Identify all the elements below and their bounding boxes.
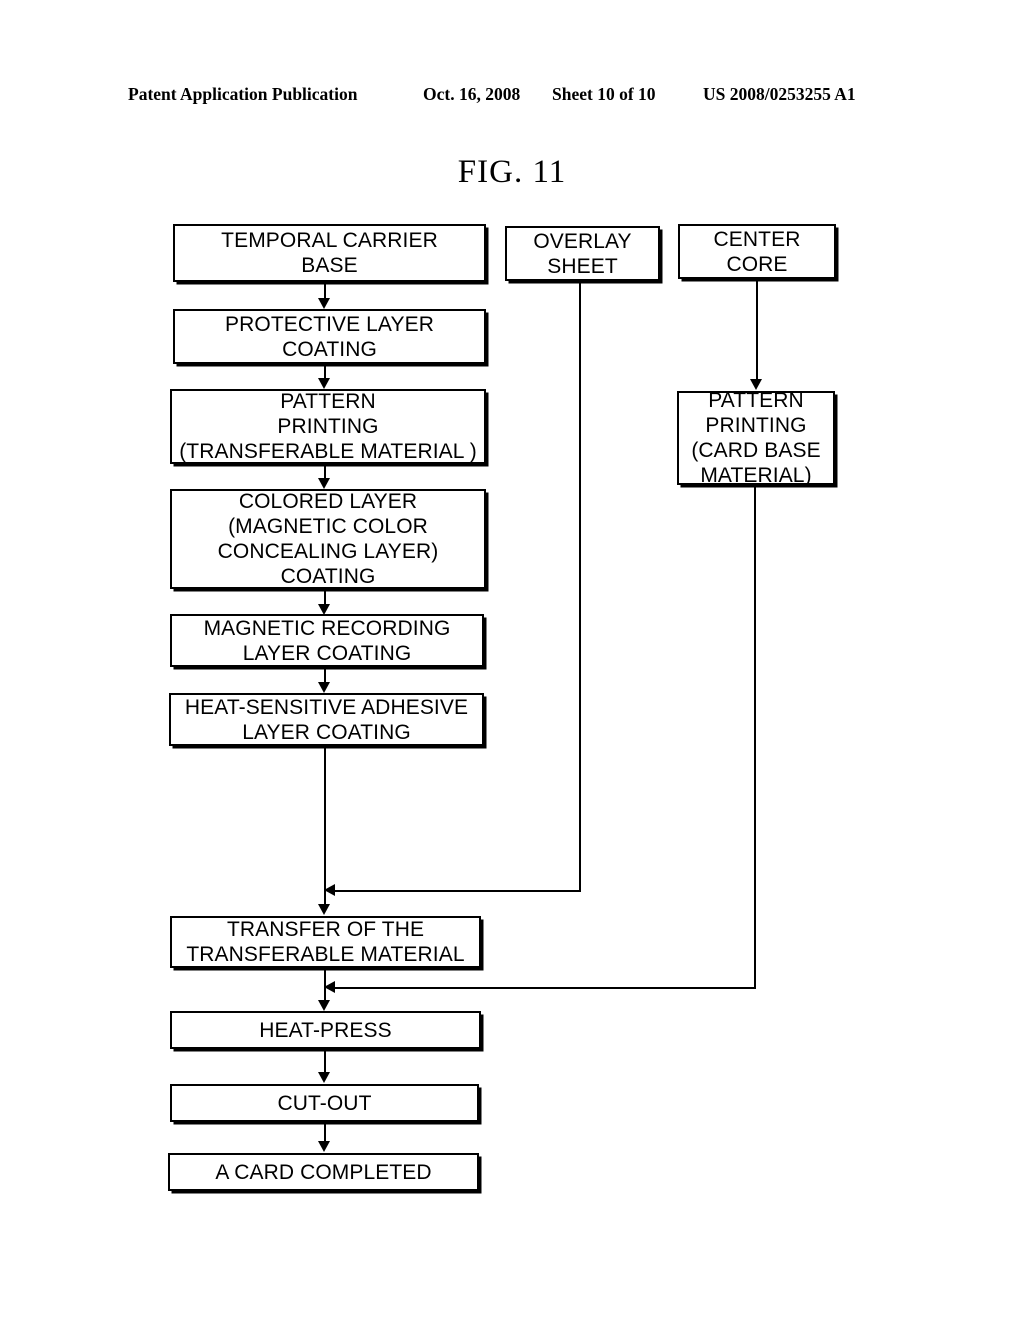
node-magnetic-recording-layer-coating: MAGNETIC RECORDING LAYER COATING	[170, 614, 484, 667]
arrowhead-colored-to-magnetic	[318, 604, 330, 615]
connector-cutout-to-completed	[324, 1122, 326, 1142]
node-transfer-of-the-transferable-material: TRANSFER OF THE TRANSFERABLE MATERIAL	[170, 916, 481, 968]
arrowhead-overlay-merge	[324, 884, 335, 896]
node-temporal-carrier-base: TEMPORAL CARRIER BASE	[173, 224, 486, 282]
node-heat-sensitive-adhesive-layer-coating: HEAT-SENSITIVE ADHESIVE LAYER COATING	[169, 693, 484, 746]
connector-magnetic-to-adhesive	[324, 667, 326, 683]
node-pattern-printing-card-base-material: PATTERN PRINTING (CARD BASE MATERIAL)	[677, 389, 835, 487]
node-pattern-printing-transferable-material: PATTERN PRINTING (TRANSFERABLE MATERIAL …	[170, 389, 486, 464]
flowchart-diagram: TEMPORAL CARRIER BASE PROTECTIVE LAYER C…	[0, 0, 1024, 1320]
arrowhead-carrier-to-protective	[318, 298, 330, 309]
arrowhead-heatpress-to-cutout	[318, 1072, 330, 1083]
connector-transfer-to-heatpress	[324, 968, 326, 1002]
arrowhead-transfer-to-heatpress	[318, 1000, 330, 1011]
connector-center-core-to-pattern	[756, 279, 758, 380]
connector-cardbase-horizontal	[330, 987, 756, 989]
connector-protective-to-pattern	[324, 364, 326, 379]
arrowhead-center-core-to-pattern	[750, 379, 762, 390]
connector-overlay-vertical	[579, 281, 581, 891]
arrowhead-magnetic-to-adhesive	[318, 682, 330, 693]
node-cut-out: CUT-OUT	[170, 1084, 479, 1122]
connector-colored-to-magnetic	[324, 589, 326, 605]
arrowhead-cutout-to-completed	[318, 1141, 330, 1152]
connector-heatpress-to-cutout	[324, 1049, 326, 1073]
connector-adhesive-to-transfer	[324, 746, 326, 905]
node-overlay-sheet: OVERLAY SHEET	[505, 226, 660, 281]
connector-cardbase-vertical	[754, 485, 756, 988]
arrowhead-pattern-to-colored	[318, 478, 330, 489]
node-center-core: CENTER CORE	[678, 224, 836, 279]
node-a-card-completed: A CARD COMPLETED	[168, 1153, 479, 1191]
node-colored-layer-coating: COLORED LAYER (MAGNETIC COLOR CONCEALING…	[170, 489, 486, 589]
node-heat-press: HEAT-PRESS	[170, 1011, 481, 1049]
node-protective-layer-coating: PROTECTIVE LAYER COATING	[173, 309, 486, 364]
arrowhead-protective-to-pattern	[318, 378, 330, 389]
connector-carrier-to-protective	[324, 282, 326, 299]
arrowhead-adhesive-to-transfer	[318, 904, 330, 915]
connector-overlay-horizontal	[330, 890, 581, 892]
connector-pattern-to-colored	[324, 464, 326, 479]
